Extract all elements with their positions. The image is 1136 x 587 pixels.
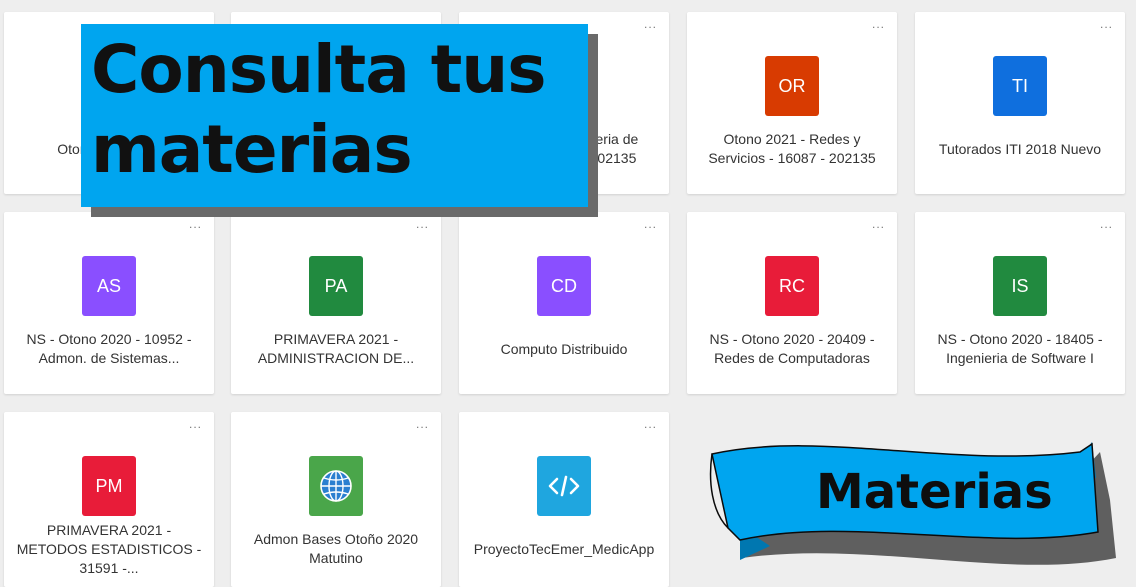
globe-icon xyxy=(320,470,352,502)
team-avatar: TI xyxy=(993,56,1047,116)
team-name: PRIMAVERA 2021 - METODOS ESTADISTICOS - … xyxy=(16,521,202,576)
team-card[interactable]: ... TI Tutorados ITI 2018 Nuevo xyxy=(915,12,1125,194)
team-card[interactable]: ... PA PRIMAVERA 2021 - ADMINISTRACION D… xyxy=(231,212,441,394)
team-name: ProyectoTecEmer_MedicApp xyxy=(473,540,655,557)
promo-banner: Consulta tus materias xyxy=(81,24,588,207)
more-options-icon[interactable]: ... xyxy=(644,218,657,230)
team-avatar: PA xyxy=(309,256,363,316)
team-name: PRIMAVERA 2021 - ADMINISTRACION DE... xyxy=(257,331,415,366)
team-card[interactable]: ... RC NS - Otono 2020 - 20409 - Redes d… xyxy=(687,212,897,394)
team-card[interactable]: ... ProyectoTecEmer_MedicApp xyxy=(459,412,669,587)
team-avatar: OR xyxy=(765,56,819,116)
code-icon xyxy=(548,475,580,497)
more-options-icon[interactable]: ... xyxy=(644,18,657,30)
more-options-icon[interactable]: ... xyxy=(189,418,202,430)
more-options-icon[interactable]: ... xyxy=(416,218,429,230)
team-card[interactable]: ... AS NS - Otono 2020 - 10952 - Admon. … xyxy=(4,212,214,394)
team-name: Computo Distribuido xyxy=(500,340,628,357)
team-name: Tutorados ITI 2018 Nuevo xyxy=(938,140,1102,157)
more-options-icon[interactable]: ... xyxy=(1100,218,1113,230)
more-options-icon[interactable]: ... xyxy=(644,418,657,430)
team-avatar: RC xyxy=(765,256,819,316)
more-options-icon[interactable]: ... xyxy=(1100,18,1113,30)
team-avatar: CD xyxy=(537,256,591,316)
more-options-icon[interactable]: ... xyxy=(189,218,202,230)
banner-headline: Consulta tus materias xyxy=(91,30,582,190)
team-name: Admon Bases Otoño 2020 Matutino xyxy=(253,531,419,566)
banner-line-2: materias xyxy=(91,111,413,188)
materias-ribbon: Materias xyxy=(700,432,1136,587)
team-avatar xyxy=(309,456,363,516)
team-avatar: PM xyxy=(82,456,136,516)
more-options-icon[interactable]: ... xyxy=(872,218,885,230)
more-options-icon[interactable]: ... xyxy=(416,418,429,430)
team-name: Otono 2021 - Redes y Servicios - 16087 -… xyxy=(708,131,876,166)
more-options-icon[interactable]: ... xyxy=(872,18,885,30)
team-avatar: IS xyxy=(993,256,1047,316)
team-card[interactable]: ... PM PRIMAVERA 2021 - METODOS ESTADIST… xyxy=(4,412,214,587)
team-avatar xyxy=(537,456,591,516)
team-card[interactable]: ... OR Otono 2021 - Redes y Servicios - … xyxy=(687,12,897,194)
team-avatar: AS xyxy=(82,256,136,316)
team-name: NS - Otono 2020 - 10952 - Admon. de Sist… xyxy=(26,331,192,366)
ribbon-label: Materias xyxy=(816,464,1053,520)
banner-line-1: Consulta tus xyxy=(91,31,547,108)
team-name: NS - Otono 2020 - 18405 - Ingenieria de … xyxy=(937,331,1103,366)
team-card[interactable]: ... CD Computo Distribuido xyxy=(459,212,669,394)
team-card[interactable]: ... IS NS - Otono 2020 - 18405 - Ingenie… xyxy=(915,212,1125,394)
team-name: NS - Otono 2020 - 20409 - Redes de Compu… xyxy=(709,331,875,366)
team-card[interactable]: ... Admon Bases Otoño 2020 Matutino xyxy=(231,412,441,587)
